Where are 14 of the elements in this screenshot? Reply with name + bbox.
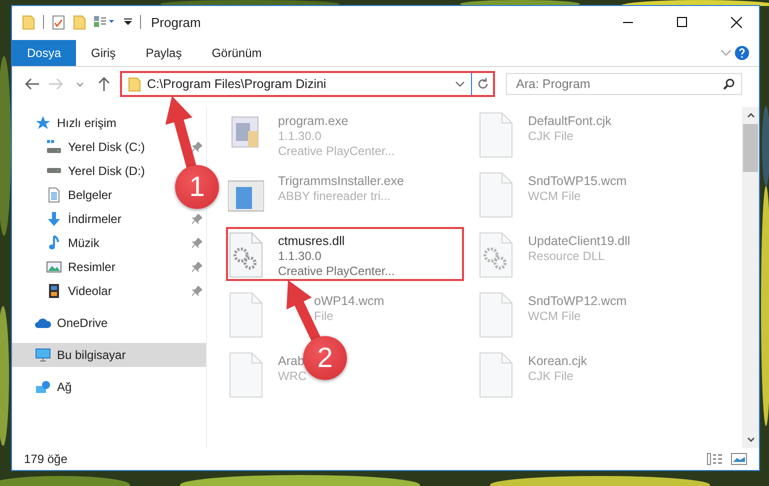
file-detail: ABBY finereader tri... (278, 189, 392, 203)
file-detail: 1.1.30.0 (278, 129, 322, 143)
file-detail: Creative PlayCenter... (278, 264, 395, 278)
window-title: Program (151, 14, 202, 30)
file-detail: CJK File (528, 369, 574, 383)
file-detail: CJK File (528, 129, 574, 143)
file-detail: Creative PlayCenter... (278, 144, 395, 158)
item-count: 179 öğe (24, 452, 68, 466)
file-detail: WCM File (528, 189, 582, 203)
file-detail: Resource DLL (528, 249, 606, 263)
file-detail: File (314, 309, 334, 323)
file-detail: WCM File (528, 309, 582, 323)
address-path: C:\Program Files\Program Dizini (147, 77, 328, 91)
file-detail: 1.1.30.0 (278, 249, 322, 263)
